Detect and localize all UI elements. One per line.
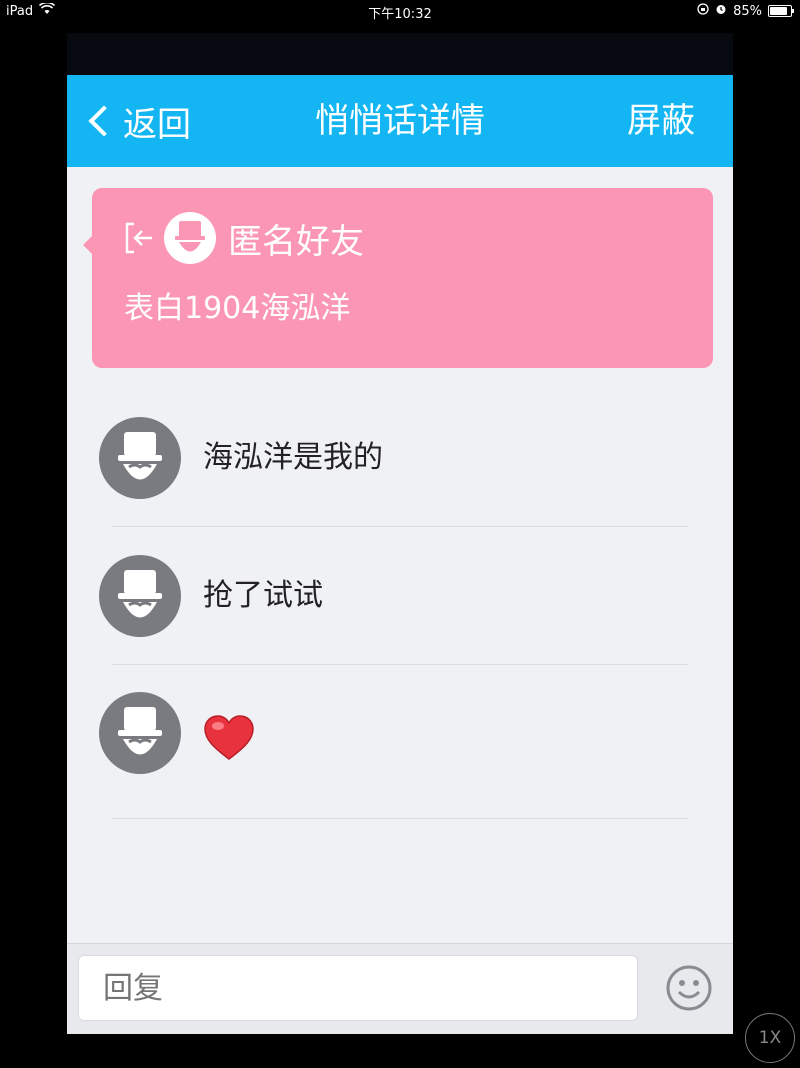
smiley-icon bbox=[666, 965, 712, 1011]
anonymous-avatar bbox=[164, 212, 216, 264]
reply-item: 海泓洋是我的 bbox=[99, 417, 699, 499]
reply-item: 抢了试试 bbox=[99, 555, 699, 637]
anonymous-avatar bbox=[99, 417, 181, 499]
reply-text: 海泓洋是我的 bbox=[203, 440, 383, 475]
phone-status-bar bbox=[67, 33, 733, 75]
post-message: 表白1904海泓洋 bbox=[124, 291, 351, 326]
emoji-button[interactable] bbox=[665, 964, 713, 1012]
anonymous-hat-icon bbox=[175, 221, 205, 252]
alarm-icon bbox=[715, 3, 727, 19]
anonymous-hat-icon bbox=[118, 570, 162, 618]
reply-item bbox=[99, 692, 699, 774]
reply-text: 抢了试试 bbox=[203, 578, 323, 613]
anonymous-hat-icon bbox=[118, 707, 162, 755]
divider bbox=[112, 818, 688, 819]
battery-percent: 85% bbox=[733, 3, 762, 19]
rotation-lock-icon bbox=[697, 3, 709, 19]
block-button[interactable]: 屏蔽 bbox=[627, 75, 695, 167]
nav-bar: 返回 悄悄话详情 屏蔽 bbox=[67, 75, 733, 167]
post-author: 匿名好友 bbox=[228, 221, 364, 262]
reply-bar bbox=[67, 943, 733, 1034]
zoom-button[interactable]: 1X bbox=[745, 1013, 795, 1063]
anonymous-avatar bbox=[99, 555, 181, 637]
ipad-status-bar: iPad 下午10:32 85% bbox=[0, 0, 800, 24]
app-screen: 返回 悄悄话详情 屏蔽 匿名好友 表白1904海泓洋 海泓洋是我的 抢了试试 回… bbox=[67, 33, 733, 1034]
status-time: 下午10:32 bbox=[368, 7, 432, 22]
heart-icon bbox=[203, 714, 255, 762]
battery-icon bbox=[768, 5, 794, 17]
whisper-card: 匿名好友 表白1904海泓洋 bbox=[83, 188, 713, 368]
enter-icon bbox=[124, 220, 154, 256]
divider bbox=[112, 526, 688, 527]
divider bbox=[112, 664, 688, 665]
anonymous-avatar bbox=[99, 692, 181, 774]
anonymous-hat-icon bbox=[118, 432, 162, 480]
reply-input[interactable] bbox=[78, 955, 638, 1021]
